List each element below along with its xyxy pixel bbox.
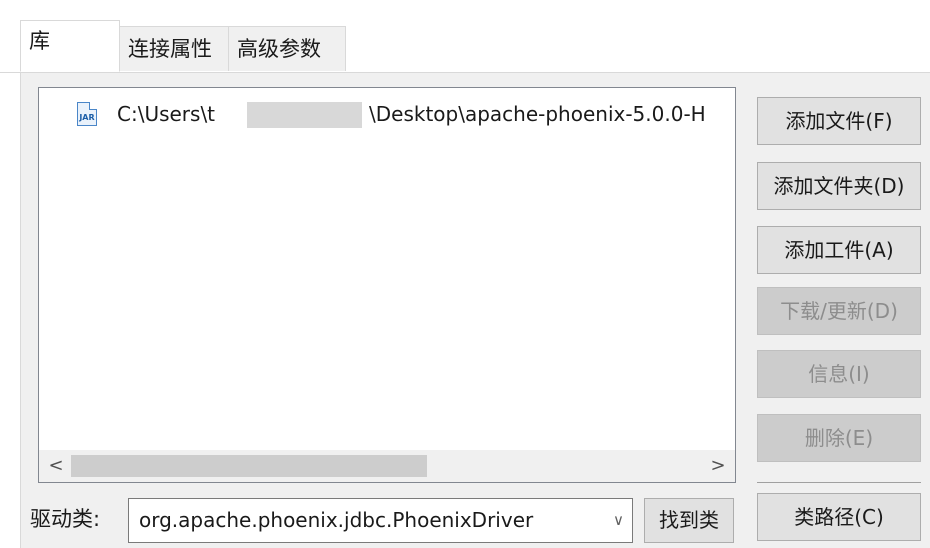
driver-class-label: 驱动类: (30, 507, 101, 531)
file-path-start: C:\Users\t (117, 102, 216, 126)
add-folder-button[interactable]: 添加文件夹(D) (757, 162, 921, 210)
add-file-button[interactable]: 添加文件(F) (757, 97, 921, 145)
file-path-end: \Desktop\apache-phoenix-5.0.0-H (369, 102, 706, 126)
info-button[interactable]: 信息(I) (757, 350, 921, 398)
scroll-left-icon[interactable]: < (43, 453, 69, 479)
tab-advanced-parameters[interactable]: 高级参数 (228, 26, 346, 71)
library-list[interactable]: JAR C:\Users\t \Desktop\apache-phoenix-5… (38, 87, 736, 483)
button-separator (757, 482, 921, 483)
tab-library[interactable]: 库 (20, 20, 120, 72)
scroll-right-icon[interactable]: > (705, 453, 731, 479)
redacted-username (247, 102, 362, 128)
driver-class-select[interactable]: org.apache.phoenix.jdbc.PhoenixDriver ∨ (128, 498, 633, 543)
delete-button[interactable]: 删除(E) (757, 414, 921, 462)
scrollbar-thumb[interactable] (71, 455, 427, 477)
find-class-button[interactable]: 找到类 (644, 498, 734, 543)
classpath-button[interactable]: 类路径(C) (757, 493, 921, 541)
jar-file-icon: JAR (77, 102, 97, 126)
tab-bar: 库 连接属性 高级参数 (0, 0, 930, 78)
add-artifact-button[interactable]: 添加工件(A) (757, 226, 921, 274)
driver-class-value: org.apache.phoenix.jdbc.PhoenixDriver (139, 508, 534, 532)
download-update-button[interactable]: 下载/更新(D) (757, 287, 921, 335)
chevron-down-icon[interactable]: ∨ (613, 499, 624, 542)
horizontal-scrollbar[interactable]: < > (39, 450, 735, 482)
tab-connection-properties[interactable]: 连接属性 (119, 26, 229, 71)
